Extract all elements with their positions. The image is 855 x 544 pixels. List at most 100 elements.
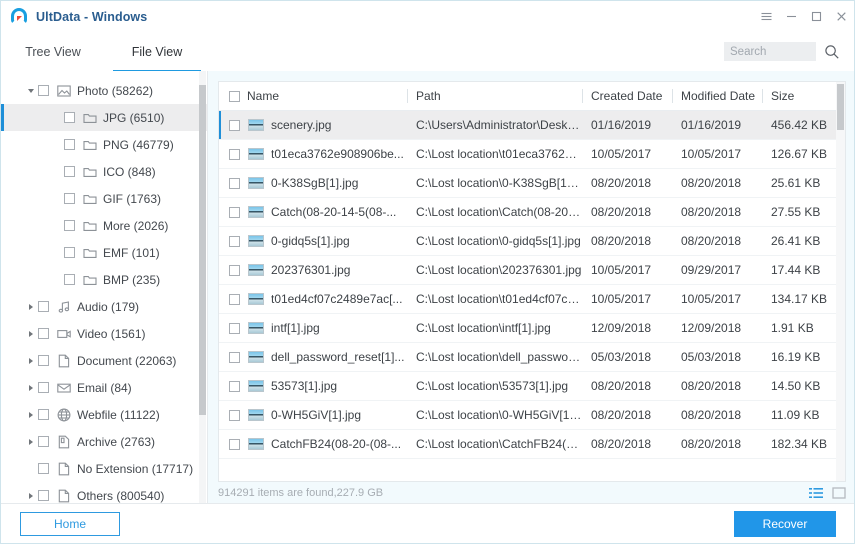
tab-tree-view[interactable]: Tree View	[1, 32, 105, 71]
chevron-down-icon[interactable]	[23, 89, 38, 93]
row-checkbox[interactable]	[229, 149, 240, 160]
row-checkbox[interactable]	[229, 439, 240, 450]
tree-list: Photo (58262)JPG (6510)PNG (46779)ICO (8…	[1, 71, 207, 504]
tree-item-checkbox[interactable]	[64, 247, 75, 258]
table-row[interactable]: intf[1].jpgC:\Lost location\intf[1].jpg1…	[219, 314, 845, 343]
sidebar-scrollbar-thumb[interactable]	[199, 85, 206, 415]
tree-item-document[interactable]: Document (22063)	[1, 347, 207, 374]
tree-item-checkbox[interactable]	[38, 436, 49, 447]
tree-item-checkbox[interactable]	[64, 274, 75, 285]
table-header-row: Name Path Created Date Modified Date Siz…	[219, 82, 845, 111]
tree-item-checkbox[interactable]	[64, 193, 75, 204]
cell-name[interactable]: CatchFB24(08-20-(08-...	[219, 430, 407, 459]
tree-item-checkbox[interactable]	[38, 490, 49, 501]
select-all-checkbox[interactable]	[229, 91, 240, 102]
row-checkbox[interactable]	[229, 352, 240, 363]
grid-view-icon[interactable]	[832, 487, 846, 499]
tree-item-jpg[interactable]: JPG (6510)	[1, 104, 207, 131]
cell-name[interactable]: 0-K38SgB[1].jpg	[219, 169, 407, 198]
menu-icon[interactable]	[754, 1, 779, 32]
cell-name[interactable]: scenery.jpg	[219, 111, 407, 140]
tree-item-gif[interactable]: GIF (1763)	[1, 185, 207, 212]
table-row[interactable]: scenery.jpgC:\Users\Administrator\Deskto…	[219, 111, 845, 140]
tree-item-ico[interactable]: ICO (848)	[1, 158, 207, 185]
tree-item-png[interactable]: PNG (46779)	[1, 131, 207, 158]
table-scrollbar-thumb[interactable]	[837, 84, 844, 130]
search-icon[interactable]	[824, 44, 840, 60]
cell-name[interactable]: 0-WH5GiV[1].jpg	[219, 401, 407, 430]
column-header-size[interactable]: Size	[762, 82, 842, 110]
chevron-right-icon[interactable]	[23, 412, 38, 418]
chevron-right-icon[interactable]	[23, 358, 38, 364]
chevron-right-icon[interactable]	[23, 331, 38, 337]
table-row[interactable]: 0-gidq5s[1].jpgC:\Lost location\0-gidq5s…	[219, 227, 845, 256]
cell-name[interactable]: 0-gidq5s[1].jpg	[219, 227, 407, 256]
row-checkbox[interactable]	[229, 294, 240, 305]
list-view-icon[interactable]	[809, 487, 823, 499]
tree-item-bmp[interactable]: BMP (235)	[1, 266, 207, 293]
search-input[interactable]	[724, 42, 816, 61]
tree-item-others[interactable]: Others (800540)	[1, 482, 207, 504]
tree-item-checkbox[interactable]	[64, 220, 75, 231]
table-row[interactable]: t01ed4cf07c2489e7ac[...C:\Lost location\…	[219, 285, 845, 314]
cell-name[interactable]: Catch(08-20-14-5(08-...	[219, 198, 407, 227]
row-checkbox[interactable]	[229, 236, 240, 247]
tree-item-checkbox[interactable]	[38, 301, 49, 312]
cell-name[interactable]: 202376301.jpg	[219, 256, 407, 285]
tree-item-video[interactable]: Video (1561)	[1, 320, 207, 347]
tree-item-checkbox[interactable]	[38, 409, 49, 420]
row-checkbox[interactable]	[229, 265, 240, 276]
recover-button[interactable]: Recover	[734, 511, 836, 537]
tree-item-photo[interactable]: Photo (58262)	[1, 77, 207, 104]
row-checkbox[interactable]	[229, 178, 240, 189]
table-scrollbar[interactable]	[836, 82, 845, 481]
cell-name[interactable]: t01ed4cf07c2489e7ac[...	[219, 285, 407, 314]
row-checkbox[interactable]	[229, 323, 240, 334]
column-header-name[interactable]: Name	[219, 82, 407, 110]
tab-file-view[interactable]: File View	[105, 32, 209, 71]
column-header-created-date[interactable]: Created Date	[582, 82, 672, 110]
chevron-right-icon[interactable]	[23, 304, 38, 310]
tree-item-checkbox[interactable]	[38, 355, 49, 366]
tree-item-more[interactable]: More (2026)	[1, 212, 207, 239]
row-checkbox[interactable]	[229, 410, 240, 421]
tree-item-webfile[interactable]: Webfile (11122)	[1, 401, 207, 428]
tree-item-emf[interactable]: EMF (101)	[1, 239, 207, 266]
tree-item-checkbox[interactable]	[64, 139, 75, 150]
table-row[interactable]: CatchFB24(08-20-(08-...C:\Lost location\…	[219, 430, 845, 459]
tree-item-checkbox[interactable]	[38, 463, 49, 474]
tree-item-email[interactable]: Email (84)	[1, 374, 207, 401]
cell-name[interactable]: dell_password_reset[1]...	[219, 343, 407, 372]
chevron-right-icon[interactable]	[23, 439, 38, 445]
table-row[interactable]: t01eca3762e908906be...C:\Lost location\t…	[219, 140, 845, 169]
tree-item-checkbox[interactable]	[38, 85, 49, 96]
row-checkbox[interactable]	[229, 120, 240, 131]
cell-name[interactable]: 53573[1].jpg	[219, 372, 407, 401]
column-header-modified-date[interactable]: Modified Date	[672, 82, 762, 110]
home-button[interactable]: Home	[20, 512, 120, 536]
row-checkbox[interactable]	[229, 381, 240, 392]
tree-item-checkbox[interactable]	[38, 382, 49, 393]
table-row[interactable]: Catch(08-20-14-5(08-...C:\Lost location\…	[219, 198, 845, 227]
table-row[interactable]: dell_password_reset[1]...C:\Lost locatio…	[219, 343, 845, 372]
row-checkbox[interactable]	[229, 207, 240, 218]
column-header-path[interactable]: Path	[407, 82, 582, 110]
chevron-right-icon[interactable]	[23, 385, 38, 391]
table-row[interactable]: 53573[1].jpgC:\Lost location\53573[1].jp…	[219, 372, 845, 401]
table-row[interactable]: 202376301.jpgC:\Lost location\202376301.…	[219, 256, 845, 285]
tree-item-checkbox[interactable]	[64, 112, 75, 123]
close-icon[interactable]	[829, 1, 854, 32]
chevron-right-icon[interactable]	[23, 493, 38, 499]
tree-item-checkbox[interactable]	[38, 328, 49, 339]
tree-item-audio[interactable]: Audio (179)	[1, 293, 207, 320]
cell-name[interactable]: t01eca3762e908906be...	[219, 140, 407, 169]
tree-item-no[interactable]: No Extension (17717)	[1, 455, 207, 482]
maximize-icon[interactable]	[804, 1, 829, 32]
sidebar-scrollbar[interactable]	[199, 71, 206, 504]
minimize-icon[interactable]	[779, 1, 804, 32]
table-row[interactable]: 0-K38SgB[1].jpgC:\Lost location\0-K38SgB…	[219, 169, 845, 198]
tree-item-checkbox[interactable]	[64, 166, 75, 177]
table-row[interactable]: 0-WH5GiV[1].jpgC:\Lost location\0-WH5GiV…	[219, 401, 845, 430]
tree-item-archive[interactable]: Archive (2763)	[1, 428, 207, 455]
cell-name[interactable]: intf[1].jpg	[219, 314, 407, 343]
